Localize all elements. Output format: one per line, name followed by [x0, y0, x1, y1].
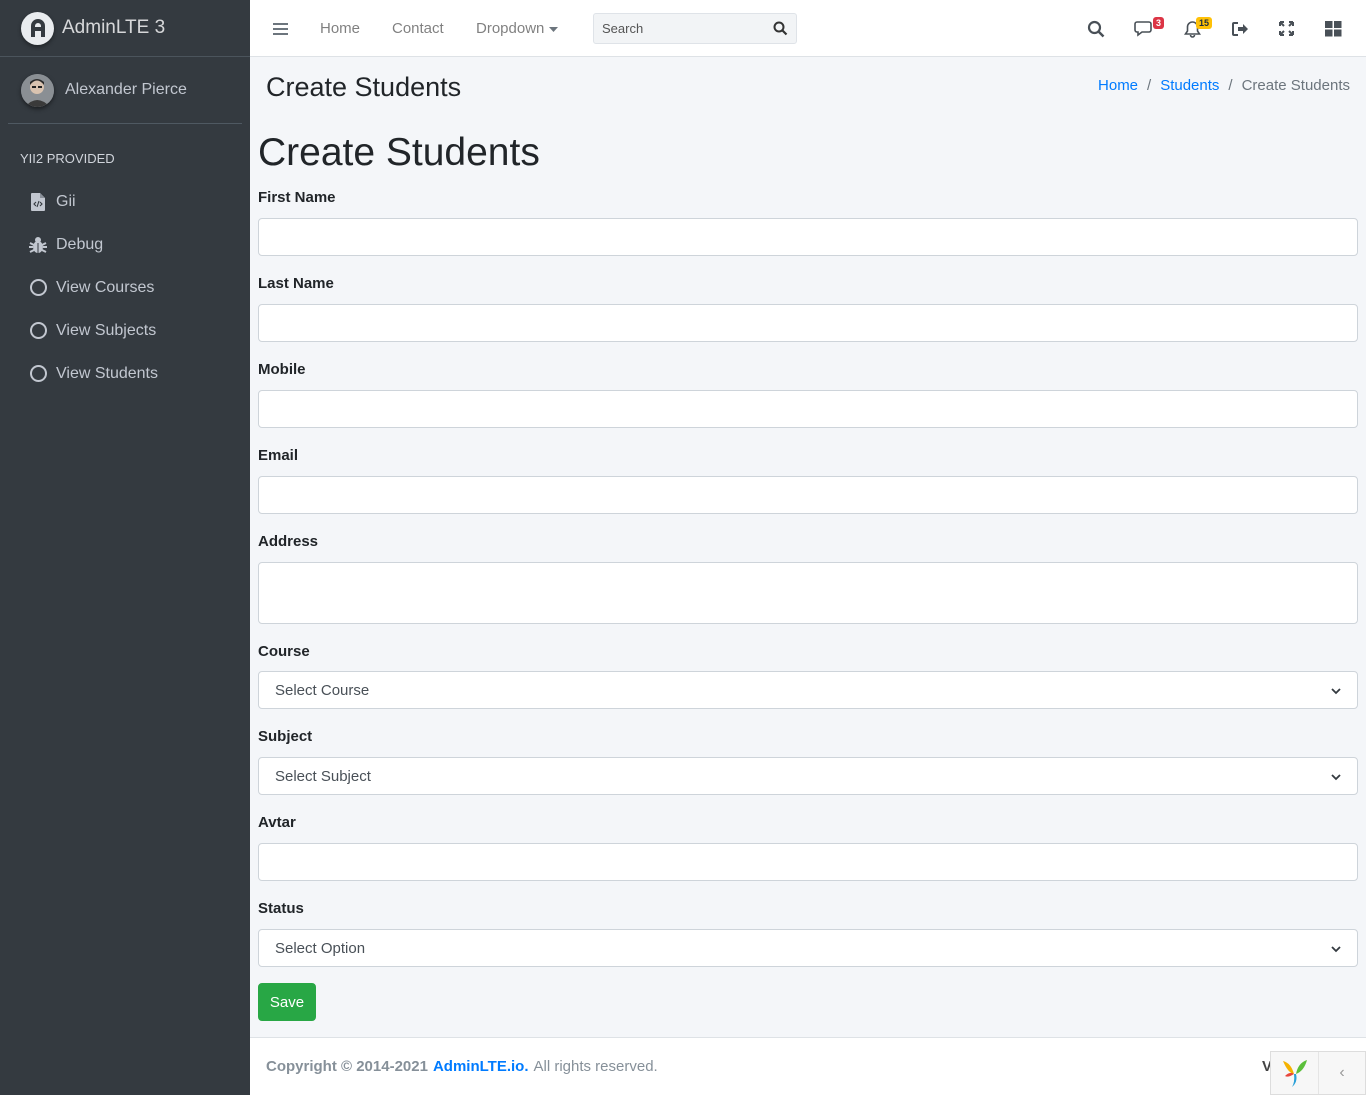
- search-icon[interactable]: [1087, 0, 1105, 57]
- user-name[interactable]: Alexander Pierce: [65, 81, 187, 99]
- sidebar-item-view-courses[interactable]: View Courses: [0, 266, 250, 309]
- nav-header: Yii2 PROVIDED: [20, 151, 115, 166]
- footer-link[interactable]: AdminLTE.io.: [433, 1058, 529, 1075]
- avatar: [21, 73, 54, 107]
- nav-dropdown-toggle[interactable]: Dropdown: [476, 0, 559, 57]
- yii-debug-toolbar[interactable]: ‹: [1270, 1051, 1366, 1095]
- top-navbar: Home Contact Dropdown 3 15: [250, 0, 1366, 57]
- control-sidebar-icon[interactable]: [1325, 0, 1342, 57]
- yii-logo-icon[interactable]: [1271, 1052, 1319, 1094]
- course-label: Course: [258, 643, 310, 660]
- sidebar-item-gii[interactable]: Gii: [0, 180, 250, 223]
- mobile-label: Mobile: [258, 361, 306, 378]
- page-title: Create Students: [266, 72, 462, 102]
- sidebar-item-label: View Students: [56, 364, 158, 382]
- file-code-icon: [29, 192, 47, 211]
- main-sidebar: AdminLTE 3 Alexander Pierce Yii2 PROVIDE…: [0, 0, 250, 1095]
- subject-label: Subject: [258, 728, 313, 745]
- breadcrumb-current: Create Students: [1241, 77, 1350, 94]
- messages-badge: 3: [1153, 17, 1165, 29]
- chevron-down-icon: [1331, 682, 1341, 699]
- nav-home-link[interactable]: Home: [320, 0, 360, 57]
- status-label: Status: [258, 900, 304, 917]
- chevron-down-icon: [1331, 768, 1341, 785]
- sidebar-item-label: View Subjects: [56, 321, 157, 339]
- email-field[interactable]: [258, 476, 1358, 514]
- course-select[interactable]: Select Course: [258, 671, 1358, 709]
- circle-icon: [29, 279, 47, 297]
- footer-rights: All rights reserved.: [533, 1058, 658, 1075]
- email-label: Email: [258, 447, 299, 464]
- breadcrumb-separator: /: [1147, 77, 1152, 94]
- sidebar-item-view-subjects[interactable]: View Subjects: [0, 309, 250, 352]
- circle-icon: [29, 322, 47, 340]
- status-select-value: Select Option: [275, 939, 366, 957]
- hamburger-menu-icon[interactable]: [273, 0, 289, 57]
- first-name-label: First Name: [258, 189, 336, 206]
- search-icon[interactable]: [764, 14, 796, 43]
- breadcrumb: Home / Students / Create Students: [1098, 77, 1350, 94]
- form-title: Create Students: [258, 131, 540, 174]
- avtar-field[interactable]: [258, 843, 1358, 881]
- notifications-badge: 15: [1196, 17, 1213, 29]
- breadcrumb-students[interactable]: Students: [1160, 77, 1219, 94]
- status-select[interactable]: Select Option: [258, 929, 1358, 967]
- user-panel[interactable]: Alexander Pierce: [8, 57, 242, 124]
- sidebar-item-label: View Courses: [56, 278, 155, 296]
- nav-contact-link[interactable]: Contact: [392, 0, 444, 57]
- avtar-label: Avtar: [258, 814, 296, 831]
- sidebar-item-view-students[interactable]: View Students: [0, 352, 250, 395]
- breadcrumb-separator: /: [1228, 77, 1233, 94]
- caret-down-icon: [549, 20, 559, 37]
- subject-select-value: Select Subject: [275, 767, 371, 785]
- fullscreen-icon[interactable]: [1279, 0, 1294, 57]
- sidebar-item-label: Debug: [56, 235, 104, 253]
- course-select-value: Select Course: [275, 681, 370, 699]
- mobile-field[interactable]: [258, 390, 1358, 428]
- address-label: Address: [258, 533, 319, 550]
- address-field[interactable]: [258, 562, 1358, 624]
- last-name-field[interactable]: [258, 304, 1358, 342]
- toolbar-toggle-chevron-left-icon[interactable]: ‹: [1319, 1064, 1365, 1082]
- last-name-label: Last Name: [258, 275, 334, 292]
- chevron-down-icon: [1331, 940, 1341, 957]
- adminlte-logo-icon: [21, 11, 54, 45]
- main-footer: Copyright © 2014-2021 AdminLTE.io. All r…: [250, 1037, 1366, 1095]
- breadcrumb-home[interactable]: Home: [1098, 77, 1138, 94]
- brand-link[interactable]: AdminLTE 3: [0, 0, 250, 57]
- save-button[interactable]: Save: [258, 983, 316, 1021]
- nav-dropdown-label: Dropdown: [476, 20, 545, 37]
- footer-copyright: Copyright © 2014-2021: [266, 1058, 428, 1075]
- subject-select[interactable]: Select Subject: [258, 757, 1358, 795]
- sidebar-item-label: Gii: [56, 192, 76, 210]
- search-input[interactable]: [594, 14, 764, 43]
- first-name-field[interactable]: [258, 218, 1358, 256]
- brand-name: AdminLTE 3: [62, 17, 166, 38]
- bug-icon: [29, 236, 47, 254]
- sign-out-icon[interactable]: [1231, 0, 1249, 57]
- circle-icon: [29, 365, 47, 383]
- messages-icon[interactable]: [1134, 0, 1154, 57]
- sidebar-item-debug[interactable]: Debug: [0, 223, 250, 266]
- navbar-search: [593, 13, 797, 44]
